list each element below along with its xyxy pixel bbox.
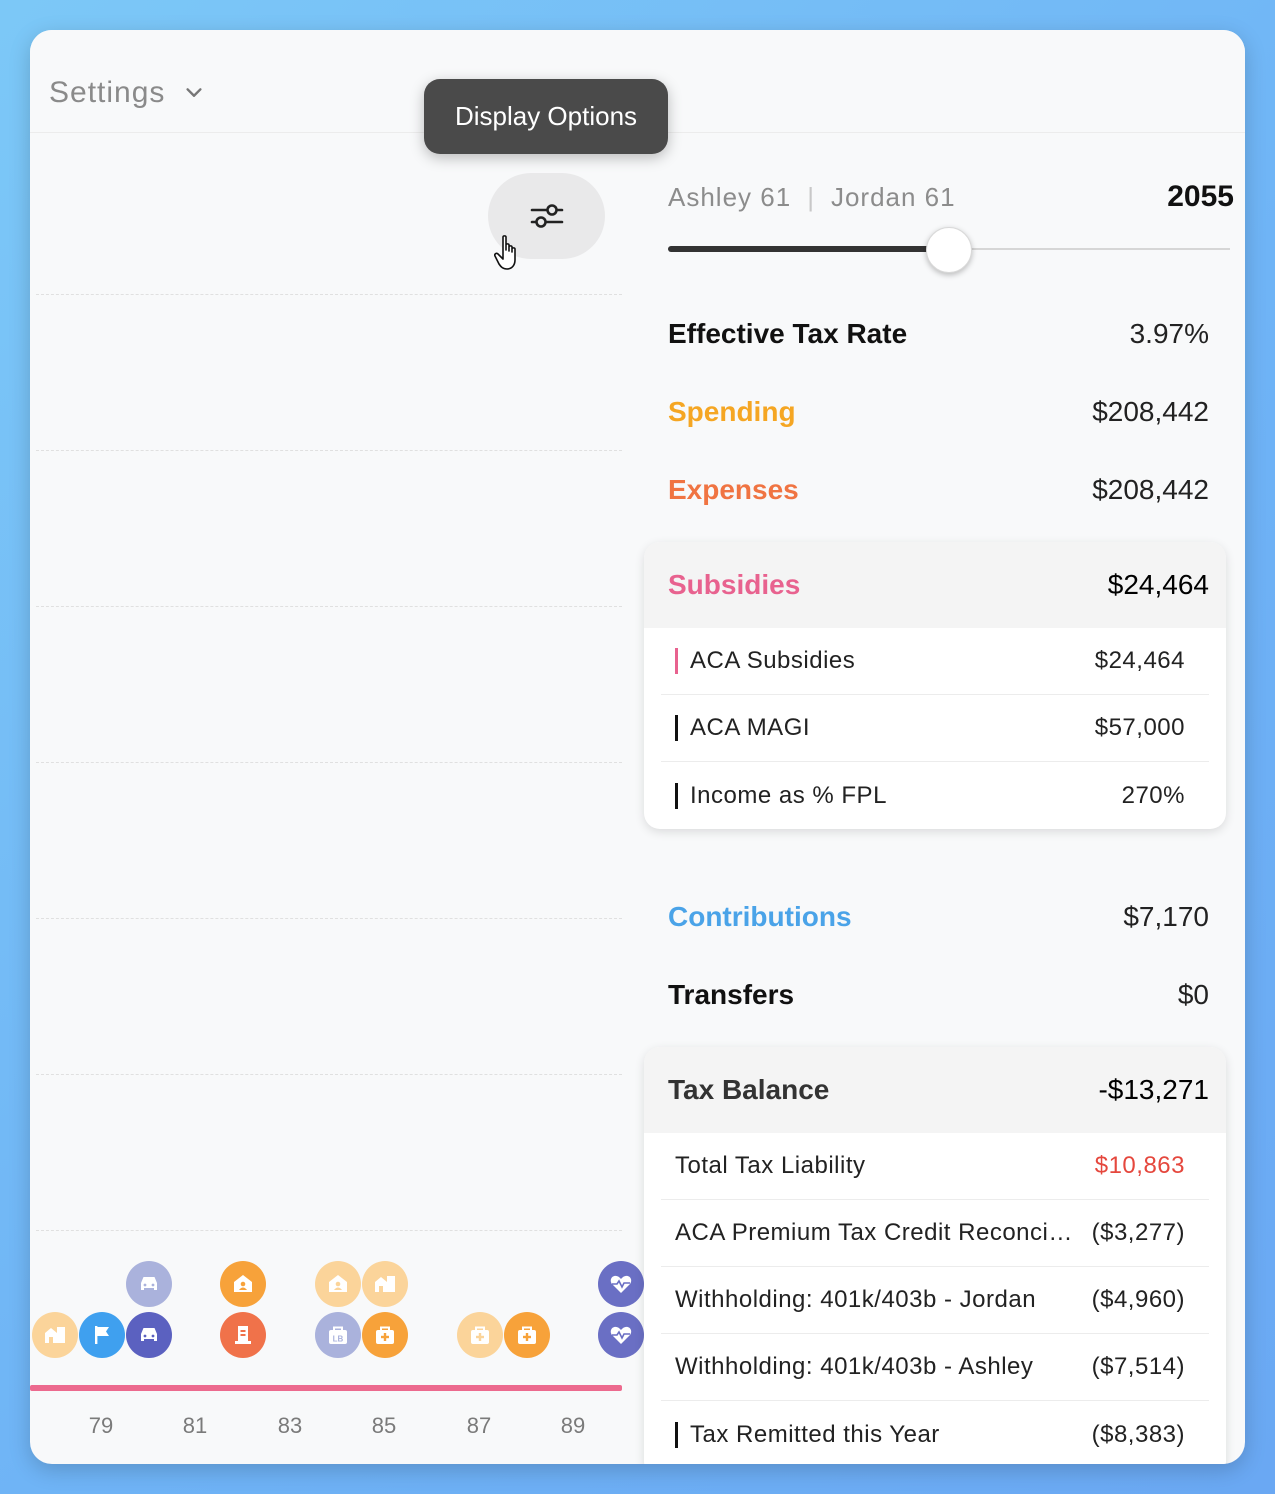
spending-row[interactable]: Spending $208,442 [668, 396, 1209, 428]
person2-age: Jordan 61 [830, 182, 956, 212]
svg-text:LB: LB [333, 1335, 344, 1344]
total-tax-liability-label: Total Tax Liability [675, 1152, 866, 1179]
transfers-value: $0 [1177, 979, 1209, 1010]
x-tick-label: 81 [182, 1413, 208, 1438]
subsidies-label: Subsidies [668, 569, 801, 600]
hand-cursor-icon [494, 235, 516, 270]
medical-bag-event-icon[interactable] [504, 1312, 550, 1358]
medical-bag-event-icon[interactable] [362, 1312, 408, 1358]
person1-age: Ashley 61 [668, 182, 792, 212]
tax-balance-label: Tax Balance [668, 1074, 830, 1105]
total-tax-liability-value: $10,863 [1094, 1152, 1185, 1179]
sliders-icon [530, 204, 563, 228]
contributions-row[interactable]: Contributions $7,170 [668, 901, 1209, 933]
expenses-row[interactable]: Expenses $208,442 [668, 474, 1209, 506]
gridline [36, 762, 622, 763]
subsidies-value: $24,464 [1107, 569, 1209, 600]
timeline-baseline [30, 1385, 622, 1391]
heartbeat-event-icon[interactable] [598, 1261, 644, 1307]
tax-balance-card: Tax Balance -$13,271 Total Tax Liability… [644, 1047, 1226, 1464]
subsidies-card: Subsidies $24,464 ACA Subsidies $24,464 … [644, 542, 1226, 829]
retirement-event-icon[interactable] [220, 1312, 266, 1358]
display-options-tooltip: Display Options [424, 79, 668, 154]
spending-label: Spending [668, 396, 796, 427]
people-ages: Ashley 61 | Jordan 61 [668, 182, 956, 213]
home-event-icon[interactable] [315, 1261, 361, 1307]
x-tick-label: 79 [88, 1413, 114, 1438]
aca-credit-reconciliation-value: ($3,277) [1091, 1219, 1185, 1246]
tax-balance-value: -$13,271 [1098, 1074, 1209, 1105]
lb-bag-event-icon[interactable]: LB [315, 1312, 361, 1358]
expenses-label: Expenses [668, 474, 799, 505]
list-item: ACA Premium Tax Credit Reconciliation ($… [661, 1200, 1209, 1267]
aca-magi-label: ACA MAGI [690, 714, 811, 741]
buildings-event-icon[interactable] [32, 1312, 78, 1358]
tax-remitted-value: ($8,383) [1091, 1420, 1185, 1448]
effective-tax-rate-row: Effective Tax Rate 3.97% [668, 318, 1209, 350]
gridline [36, 450, 622, 451]
car-event-icon[interactable] [126, 1312, 172, 1358]
separator: | [807, 182, 815, 212]
list-item: Withholding: 401k/403b - Ashley ($7,514) [661, 1334, 1209, 1401]
selected-year: 2055 [1167, 180, 1234, 213]
gridline [36, 1074, 622, 1075]
settings-dropdown[interactable]: Settings [49, 76, 205, 110]
series-marker [675, 715, 678, 741]
list-item: Total Tax Liability $10,863 [661, 1133, 1209, 1200]
timeline-chart: LB 79 81 83 85 87 89 [30, 133, 644, 1464]
flag-event-icon[interactable] [79, 1312, 125, 1358]
subsidies-header[interactable]: Subsidies $24,464 [644, 542, 1226, 628]
medical-bag-event-icon[interactable] [457, 1312, 503, 1358]
income-fpl-value: 270% [1121, 781, 1185, 809]
aca-credit-reconciliation-label: ACA Premium Tax Credit Reconciliation [675, 1219, 1075, 1246]
gridline [36, 294, 622, 295]
car-event-icon[interactable] [126, 1261, 172, 1307]
gridline [36, 1230, 622, 1231]
x-tick-label: 85 [371, 1413, 397, 1438]
list-item: Tax Remitted this Year ($8,383) [661, 1401, 1209, 1464]
spending-value: $208,442 [1092, 396, 1209, 427]
x-tick-label: 89 [560, 1413, 586, 1438]
effective-tax-rate-label: Effective Tax Rate [668, 318, 908, 349]
x-tick-label: 83 [277, 1413, 303, 1438]
app-window: Settings Display Options LB 79 81 83 85 … [30, 30, 1245, 1464]
contributions-value: $7,170 [1123, 901, 1209, 932]
list-item: Withholding: 401k/403b - Jordan ($4,960) [661, 1267, 1209, 1334]
series-marker [675, 1421, 678, 1448]
transfers-label: Transfers [668, 979, 795, 1010]
expenses-value: $208,442 [1092, 474, 1209, 505]
withholding-jordan-label: Withholding: 401k/403b - Jordan [675, 1286, 1037, 1313]
effective-tax-rate-value: 3.97% [1129, 318, 1209, 349]
aca-subsidies-label: ACA Subsidies [690, 647, 856, 674]
gridline [36, 918, 622, 919]
aca-magi-value: $57,000 [1094, 714, 1185, 741]
transfers-row[interactable]: Transfers $0 [668, 979, 1209, 1011]
contributions-label: Contributions [668, 901, 852, 932]
gridline [36, 606, 622, 607]
withholding-ashley-label: Withholding: 401k/403b - Ashley [675, 1353, 1034, 1380]
list-item: ACA Subsidies $24,464 [661, 628, 1209, 695]
tax-balance-header[interactable]: Tax Balance -$13,271 [644, 1047, 1226, 1133]
income-fpl-label: Income as % FPL [690, 781, 887, 809]
list-item: ACA MAGI $57,000 [661, 695, 1209, 762]
withholding-jordan-value: ($4,960) [1091, 1286, 1185, 1313]
series-marker [675, 648, 678, 674]
buildings-event-icon[interactable] [362, 1261, 408, 1307]
tax-remitted-label: Tax Remitted this Year [690, 1420, 940, 1448]
chevron-down-icon [186, 88, 203, 97]
year-slider-fill [668, 246, 949, 252]
withholding-ashley-value: ($7,514) [1091, 1353, 1185, 1380]
home-event-icon[interactable] [220, 1261, 266, 1307]
aca-subsidies-value: $24,464 [1094, 647, 1185, 674]
series-marker [675, 782, 678, 809]
year-slider-handle[interactable] [926, 227, 972, 273]
settings-label: Settings [49, 76, 166, 109]
list-item: Income as % FPL 270% [661, 762, 1209, 829]
heartbeat-event-icon[interactable] [598, 1312, 644, 1358]
x-tick-label: 87 [466, 1413, 492, 1438]
